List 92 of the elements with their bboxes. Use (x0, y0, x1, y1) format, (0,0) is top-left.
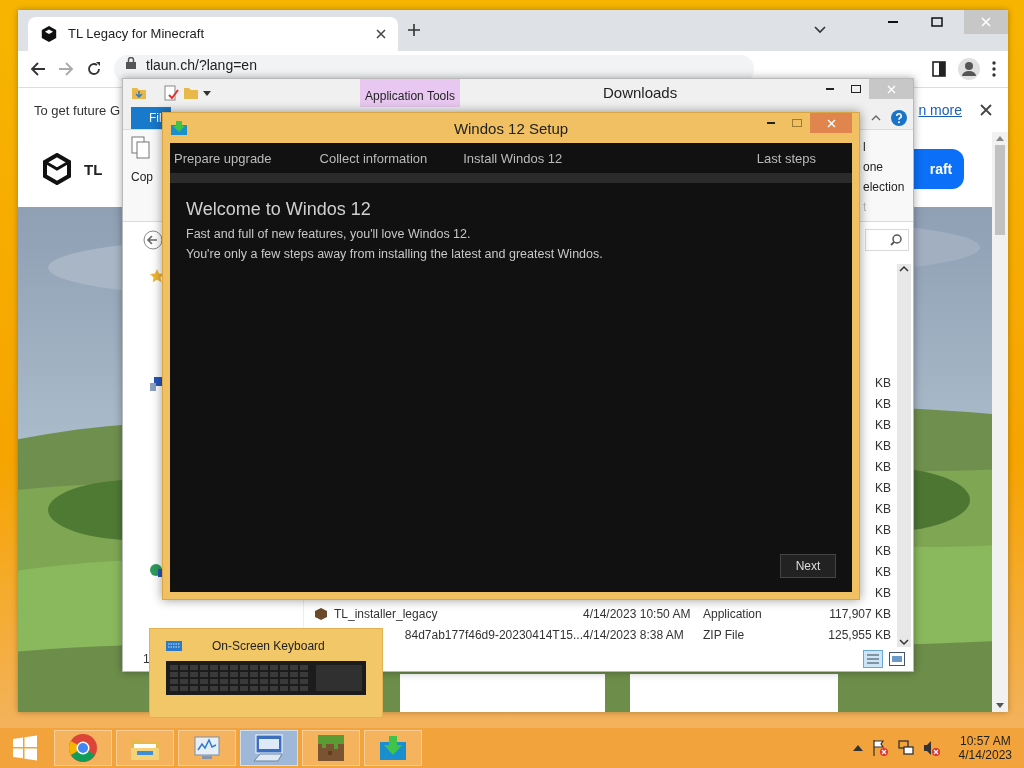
size-cell-text: KB (875, 501, 892, 516)
windows-icon (12, 735, 38, 761)
size-cell-text: 125,955 KB (828, 627, 892, 642)
chevron-down-icon[interactable] (814, 26, 826, 35)
setup-step: Last steps (756, 150, 816, 166)
profile-icon[interactable] (958, 58, 980, 81)
scroll-thumb[interactable] (995, 145, 1005, 235)
ribbon-option[interactable]: l (863, 140, 911, 155)
cube-icon (40, 24, 58, 43)
date-cell-text: 4/14/2023 10:50 AM (583, 606, 692, 621)
size-cell-text: KB (875, 375, 892, 390)
keyboard-icon (166, 641, 182, 651)
browser-tab[interactable]: TL Legacy for Minecraft (28, 16, 398, 51)
minimize-icon (888, 20, 898, 24)
close-icon (981, 17, 991, 27)
panel-icon[interactable] (932, 61, 946, 78)
copy-icon (131, 136, 151, 160)
reload-icon[interactable] (86, 61, 102, 78)
setup-text: Fast and full of new features, you'll love Windos 12. (186, 226, 472, 243)
scroll-up-icon[interactable] (899, 264, 909, 274)
close-icon (886, 84, 896, 94)
new-tab-icon[interactable] (408, 24, 420, 37)
setup-step: Install Windos 12 (463, 150, 563, 166)
close-icon (826, 118, 836, 128)
grass-block-icon (316, 733, 346, 763)
size-cell-text: KB (875, 396, 892, 411)
cube-icon (42, 153, 72, 186)
network-icon[interactable] (896, 739, 915, 757)
minimize-icon (767, 121, 775, 125)
star-icon (149, 268, 165, 284)
scroll-down-icon[interactable] (899, 637, 909, 647)
url-text: tlaun.ch/?lang=en (146, 57, 257, 74)
flag-icon[interactable] (870, 739, 889, 757)
tab-title: TL Legacy for Minecraft (68, 26, 205, 42)
maximize-icon (931, 17, 943, 27)
window-title: Windos 12 Setup (453, 120, 569, 137)
size-cell-text: KB (875, 438, 892, 453)
lock-icon (126, 57, 136, 70)
muted-speaker-icon[interactable] (922, 739, 941, 757)
scroll-down-icon[interactable] (996, 703, 1004, 708)
properties-icon[interactable] (163, 85, 179, 101)
item-count: 1 (143, 652, 150, 666)
type-cell-text: Application (703, 606, 763, 621)
preview-title: On-Screen Keyboard (212, 639, 325, 653)
size-cell-text: KB (875, 417, 892, 432)
chrome-icon (68, 733, 98, 763)
size-cell-text: KB (875, 522, 892, 537)
download-icon (170, 120, 188, 136)
type-cell-text: ZIP File (703, 627, 746, 642)
monitor-icon (192, 734, 222, 762)
size-cell-text: KB (875, 585, 892, 600)
search-icon (890, 234, 902, 246)
file-name: 84d7ab177f46d9-20230414T15... (403, 627, 583, 642)
help-icon[interactable] (891, 110, 907, 126)
keyboard-icon (252, 733, 286, 763)
infobar-text: To get future G (34, 102, 120, 118)
size-cell-text: KB (875, 480, 892, 495)
context-tab[interactable]: Application Tools (360, 79, 460, 107)
size-cell-text: KB (875, 459, 892, 474)
clock[interactable]: 10:57 AM 4/14/2023 (958, 734, 1012, 762)
back-icon[interactable] (143, 230, 163, 250)
ribbon-option[interactable]: one (863, 160, 911, 175)
file-name: TL_installer_legacy (304, 606, 438, 621)
setup-heading: Welcome to Windos 12 (186, 199, 372, 220)
window-title: Downloads (603, 84, 678, 101)
setup-step: Prepare upgrade (174, 150, 272, 166)
thumbnail-view-icon[interactable] (889, 652, 905, 666)
folder-icon[interactable] (131, 85, 147, 101)
download-icon (378, 734, 408, 762)
collapse-icon[interactable] (871, 115, 881, 121)
site-logo: TL (84, 161, 103, 178)
up-arrow-icon[interactable] (852, 745, 863, 751)
download-button[interactable]: raft (914, 149, 964, 190)
copy-button[interactable]: Cop (131, 136, 157, 215)
learn-more-link[interactable]: n more (918, 102, 962, 119)
taskbar-app[interactable] (240, 730, 298, 766)
maximize-icon (792, 119, 802, 127)
setup-text: You're only a few steps away from installing the latest and greatest Windos. (186, 246, 604, 263)
setup-step: Collect information (319, 150, 428, 166)
ribbon-option[interactable]: election (863, 180, 911, 195)
search-field[interactable] (865, 229, 909, 251)
date-cell-text: 4/14/2023 8:38 AM (583, 627, 685, 642)
more-icon[interactable] (992, 61, 996, 78)
size-cell-text: KB (875, 543, 892, 558)
next-button[interactable]: Next (780, 554, 836, 578)
size-cell-text: 117,907 KB (829, 606, 892, 621)
size-cell-text: KB (875, 564, 892, 579)
cube-icon (314, 606, 328, 621)
close-icon[interactable] (376, 28, 386, 39)
back-icon[interactable] (30, 61, 46, 78)
maximize-icon (851, 85, 861, 93)
close-icon[interactable] (980, 104, 992, 117)
